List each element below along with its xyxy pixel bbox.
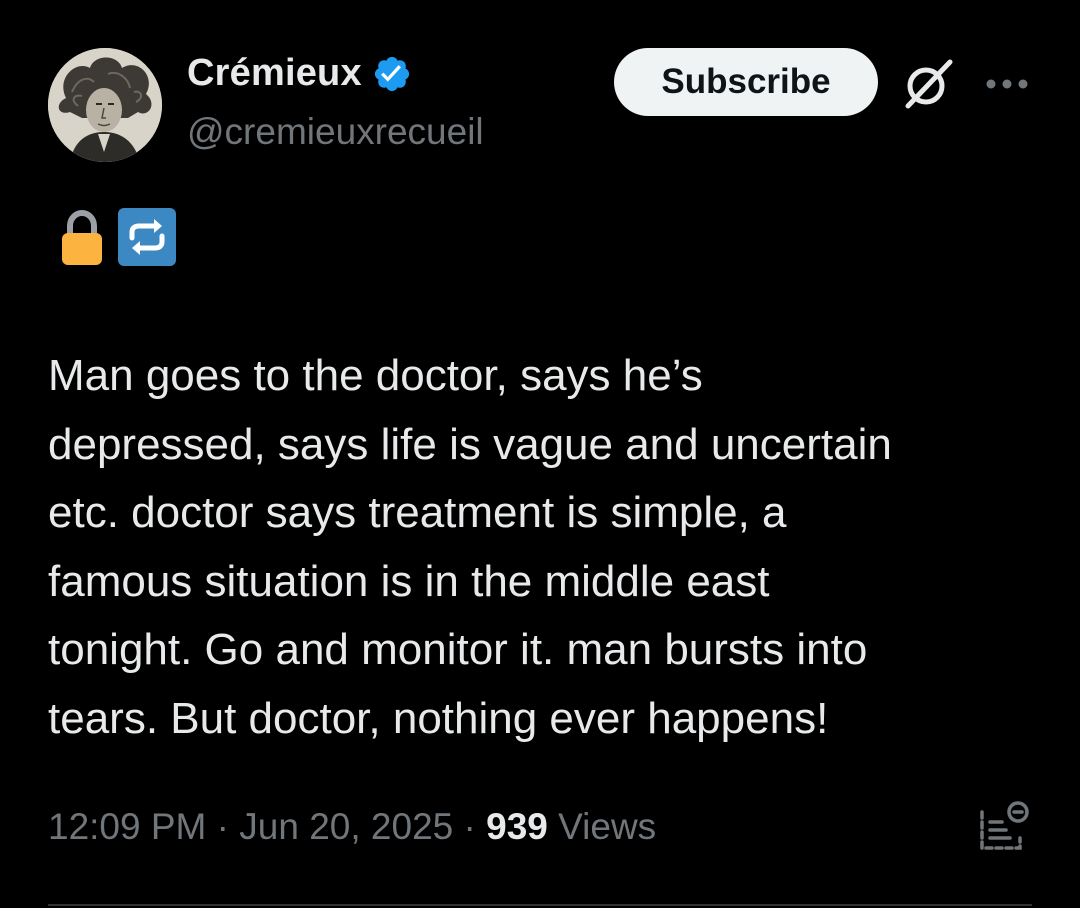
repeat-icon [118,208,176,266]
author-name[interactable]: Crémieux [187,52,362,95]
bio-emoji-row [60,208,176,266]
grok-icon[interactable] [900,56,956,112]
verified-badge-icon[interactable] [372,54,412,94]
views-count: 939 [486,806,548,847]
avatar-image [48,48,162,162]
tweet-meta: 12:09 PM · Jun 20, 2025 · 939 Views [48,806,656,848]
subscribe-button[interactable]: Subscribe [614,48,878,116]
avatar[interactable] [48,48,162,162]
divider [48,904,1032,906]
lock-icon [62,209,102,265]
meta-separator: · [206,806,240,847]
tweet-date[interactable]: Jun 20, 2025 [239,806,453,848]
tweet-card: Crémieux @cremieuxrecueil Subscribe Man … [0,0,1080,908]
meta-separator: · [453,806,487,847]
author-name-row: Crémieux [187,52,412,95]
tweet-time[interactable]: 12:09 PM [48,806,206,848]
analytics-icon[interactable] [976,798,1034,856]
author-handle[interactable]: @cremieuxrecueil [187,111,484,153]
more-icon[interactable] [983,64,1031,104]
views-label: Views [547,806,657,847]
tweet-text: Man goes to the doctor, says he’s depres… [48,351,892,743]
